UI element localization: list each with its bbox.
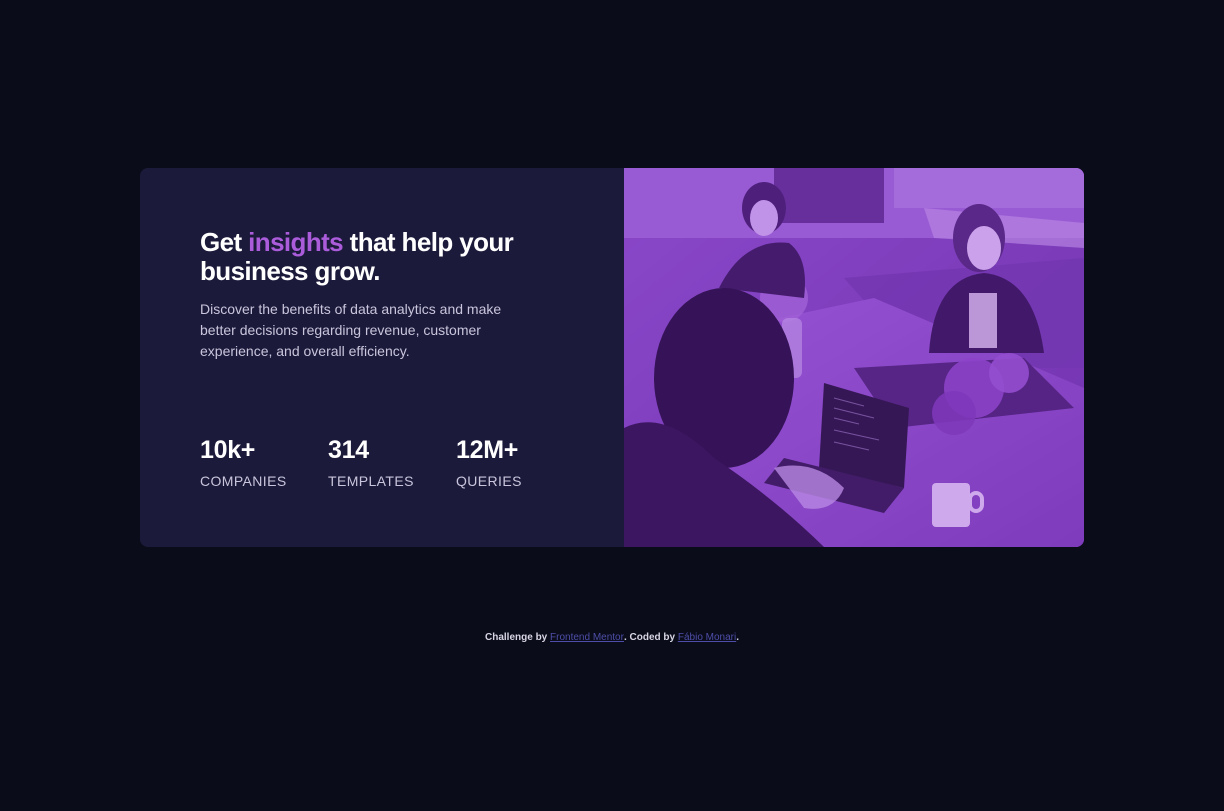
stat-label: COMPANIES bbox=[200, 473, 287, 489]
end-text: . bbox=[736, 632, 739, 643]
stats-row: 10k+ COMPANIES 314 TEMPLATES 12M+ QUERIE… bbox=[200, 436, 556, 489]
stat-queries: 12M+ QUERIES bbox=[456, 436, 556, 489]
description: Discover the benefits of data analytics … bbox=[200, 301, 502, 359]
stat-label: QUERIES bbox=[456, 473, 522, 489]
headline: Get insights that help your business gro… bbox=[200, 228, 530, 286]
header-image bbox=[624, 168, 1084, 547]
headline-accent: insights bbox=[248, 227, 344, 257]
attribution-footer: Challenge by Frontend Mentor. Coded by F… bbox=[0, 632, 1224, 643]
stat-value: 10k+ bbox=[200, 436, 256, 464]
stats-preview-card: Get insights that help your business gro… bbox=[140, 168, 1084, 547]
author-link[interactable]: Fábio Monari bbox=[678, 632, 736, 643]
stat-value: 314 bbox=[328, 436, 369, 464]
frontend-mentor-link[interactable]: Frontend Mentor bbox=[550, 632, 624, 643]
office-photo-illustration bbox=[624, 168, 1084, 547]
challenge-text: Challenge by bbox=[485, 632, 551, 643]
card-text-panel: Get insights that help your business gro… bbox=[140, 168, 624, 547]
headline-before: Get bbox=[200, 227, 249, 257]
stat-templates: 314 TEMPLATES bbox=[328, 436, 456, 489]
stat-companies: 10k+ COMPANIES bbox=[200, 436, 328, 489]
stat-value: 12M+ bbox=[456, 436, 519, 464]
coded-text: . Coded by bbox=[623, 632, 678, 643]
stat-label: TEMPLATES bbox=[328, 473, 414, 489]
